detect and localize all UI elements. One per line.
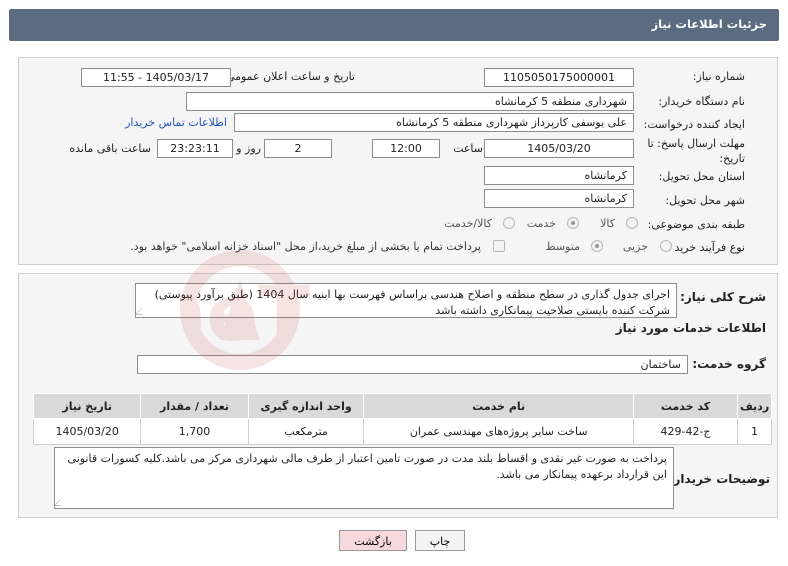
cell-quantity: 1,700 bbox=[140, 418, 249, 445]
buyer-org-label: نام دستگاه خریدار: bbox=[658, 95, 745, 108]
need-number-field: 1105050175000001 bbox=[484, 68, 634, 87]
buyer-notes-label: توضیحات خریدار: bbox=[668, 472, 770, 486]
category-radio-goods[interactable] bbox=[626, 217, 638, 229]
city-field: کرمانشاه bbox=[484, 189, 634, 208]
deadline-date-field: 1405/03/20 bbox=[484, 139, 634, 158]
category-radio-service[interactable] bbox=[567, 217, 579, 229]
services-section-title: اطلاعات خدمات مورد نیاز bbox=[615, 321, 766, 335]
requester-field: علی یوسفی کارپرداز شهرداری منطقه 5 کرمان… bbox=[234, 113, 634, 132]
service-group-label: گروه خدمت: bbox=[692, 357, 766, 371]
resize-grip-icon[interactable] bbox=[55, 499, 68, 506]
services-table: ردیف کد خدمت نام خدمت واحد اندازه گیری ت… bbox=[32, 393, 772, 445]
category-label: طبقه بندی موضوعی: bbox=[647, 218, 745, 231]
print-button[interactable]: چاپ bbox=[415, 530, 465, 551]
col-row-number: ردیف bbox=[737, 393, 772, 419]
need-description-content: اجرای جدول گذاری در سطح منطقه و اصلاح هن… bbox=[154, 288, 670, 317]
resize-grip-icon[interactable] bbox=[136, 308, 149, 315]
process-radio-minor[interactable] bbox=[660, 240, 672, 252]
deadline-label: مهلت ارسال پاسخ: تا bbox=[647, 137, 745, 150]
days-label: روز و bbox=[236, 142, 261, 155]
deadline-time-field: 12:00 bbox=[372, 139, 440, 158]
requester-label: ایجاد کننده درخواست: bbox=[643, 118, 745, 131]
need-number-label: شماره نیاز: bbox=[692, 70, 745, 83]
need-description-text: اجرای جدول گذاری در سطح منطقه و اصلاح هن… bbox=[135, 283, 677, 318]
cell-unit: مترمکعب bbox=[247, 418, 365, 445]
col-need-date: تاریخ نیاز bbox=[32, 393, 142, 419]
cell-service-code: ج-42-429 bbox=[632, 418, 739, 445]
cell-need-date: 1405/03/20 bbox=[32, 418, 142, 445]
service-group-field: ساختمان bbox=[137, 355, 688, 374]
col-service-name: نام خدمت bbox=[363, 393, 634, 419]
table-header-row: ردیف کد خدمت نام خدمت واحد اندازه گیری ت… bbox=[32, 393, 772, 419]
cell-service-name: ساخت سایر پروژه‌های مهندسی عمران bbox=[363, 418, 634, 445]
process-radio-medium[interactable] bbox=[591, 240, 603, 252]
category-option-goods-service: کالا/خدمت bbox=[444, 217, 492, 230]
buyer-notes-text: پرداخت به صورت غیر نقدی و اقساط بلند مدت… bbox=[54, 447, 674, 509]
remaining-time-label: ساعت باقی مانده bbox=[69, 142, 151, 155]
process-option-minor: جزیی bbox=[622, 240, 648, 253]
need-info-panel bbox=[18, 57, 778, 265]
description-label: شرح کلی نیاز: bbox=[680, 290, 766, 304]
deadline-label-date: تاریخ: bbox=[719, 152, 745, 165]
back-button[interactable]: بازگشت bbox=[339, 530, 407, 551]
category-option-service: خدمت bbox=[526, 217, 556, 230]
announce-datetime-field: 1405/03/17 - 11:55 bbox=[81, 68, 231, 87]
category-option-goods: کالا bbox=[600, 217, 615, 230]
deadline-time-label: ساعت bbox=[453, 142, 483, 155]
cell-row-number: 1 bbox=[737, 418, 772, 445]
buyer-contact-link[interactable]: اطلاعات تماس خریدار bbox=[125, 116, 227, 129]
page-header: جزئیات اطلاعات نیاز bbox=[9, 9, 779, 41]
process-option-medium: متوسط bbox=[545, 240, 580, 253]
page-title: جزئیات اطلاعات نیاز bbox=[651, 17, 767, 31]
province-field: کرمانشاه bbox=[484, 166, 634, 185]
treasury-payment-checkbox[interactable] bbox=[493, 240, 505, 252]
buyer-notes-content: پرداخت به صورت غیر نقدی و اقساط بلند مدت… bbox=[67, 452, 667, 481]
col-quantity: تعداد / مقدار bbox=[140, 393, 249, 419]
buyer-org-field: شهرداری منطقه 5 کرمانشاه bbox=[186, 92, 634, 111]
treasury-payment-note: پرداخت تمام یا بخشی از مبلغ خرید،از محل … bbox=[130, 240, 481, 253]
days-remaining-field: 2 bbox=[264, 139, 332, 158]
col-unit: واحد اندازه گیری bbox=[247, 393, 365, 419]
city-label: شهر محل تحویل: bbox=[665, 194, 745, 207]
remaining-time-field: 23:23:11 bbox=[157, 139, 233, 158]
announce-label: تاریخ و ساعت اعلان عمومی: bbox=[222, 70, 355, 83]
col-service-code: کد خدمت bbox=[632, 393, 739, 419]
province-label: استان محل تحویل: bbox=[658, 170, 745, 183]
process-type-label: نوع فرآیند خرید : bbox=[667, 241, 745, 254]
table-row: 1 ج-42-429 ساخت سایر پروژه‌های مهندسی عم… bbox=[32, 418, 772, 445]
category-radio-goods-service[interactable] bbox=[503, 217, 515, 229]
